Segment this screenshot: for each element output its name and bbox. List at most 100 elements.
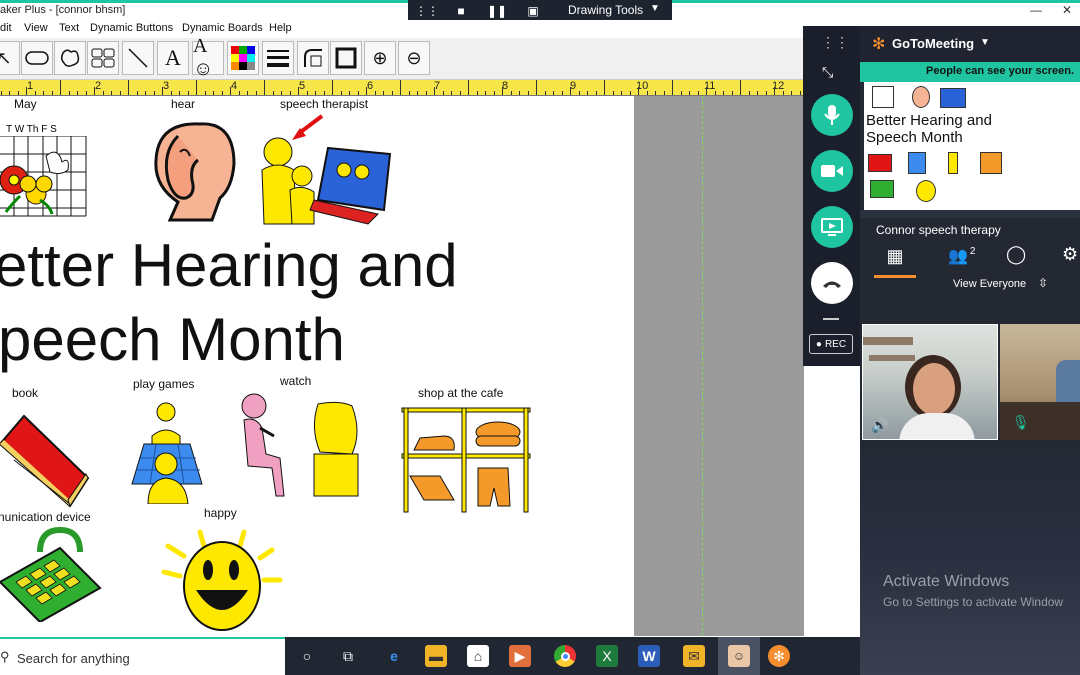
rounded-rect-tool-icon[interactable] [21,41,53,75]
screen-sharing-banner: People can see your screen. [860,62,1080,82]
happy-face-image[interactable] [160,526,284,634]
gotomeeting-brand[interactable]: GoToMeeting [892,36,974,51]
ruler-tick [188,91,189,95]
ruler-tick [409,91,410,95]
screen-share-icon[interactable]: ▣ [522,3,544,19]
close-icon[interactable]: ✕ [1062,3,1072,17]
record-dot-icon: ● [815,338,822,350]
view-selector[interactable]: View Everyone [953,278,1026,290]
leave-meeting-button[interactable] [811,262,853,304]
attendee-count: 2 [969,246,976,257]
media-player-icon[interactable]: ▶ [509,645,531,667]
minimize-icon[interactable]: — [1030,3,1042,17]
watch-image[interactable] [232,392,366,500]
share-screen-button[interactable] [811,206,853,248]
boardmaker-icon: ☺ [728,645,750,667]
corner-style-icon[interactable] [297,41,329,75]
ruler-tick [179,91,180,95]
ruler-tick [553,91,554,95]
speaker-icon: 🔊 [871,417,889,433]
video-tile-participant[interactable]: 🎙 [1000,324,1080,440]
tab-chat[interactable]: ◯ [1006,244,1026,265]
ruler-tick [307,91,308,95]
pause-icon[interactable]: ❚❚ [486,3,508,19]
ruler-tick [434,87,435,95]
ruler-tick [477,91,478,95]
board-canvas[interactable]: May hear speech therapist T W Th F S ett… [0,96,634,636]
outlook-icon[interactable]: ✉ [683,645,705,667]
menu-view[interactable]: View [24,22,48,34]
tab-settings[interactable]: ⚙ [1062,244,1078,265]
ruler-tick [128,80,129,95]
chevron-down-icon[interactable]: ▼ [650,3,660,14]
ruler: 1 2 3 4 5 6 7 8 9 10 11 12 [0,80,804,96]
grid-handle-icon[interactable]: ⋮⋮ [821,34,849,51]
border-style-icon[interactable] [330,41,362,75]
gotomeeting-taskbar-icon[interactable]: ✻ [768,645,790,667]
ruler-tick [111,91,112,95]
search-icon: ⚲ [0,649,10,664]
cortana-icon[interactable]: ○ [296,645,318,667]
shop-cafe-image[interactable] [400,406,532,514]
ruler-tick [18,91,19,95]
ruler-tick [222,91,223,95]
line-tool-icon[interactable] [122,41,154,75]
drawing-tools-bar: ⋮⋮ ■ ❚❚ ▣ Drawing Tools ▼ [408,0,672,22]
color-palette-icon[interactable] [227,41,259,75]
taskbar-search-box[interactable]: ⚲ Search for anything [0,637,285,675]
line-thickness-icon[interactable] [262,41,294,75]
ruler-tick [239,91,240,95]
excel-icon[interactable]: X [596,645,618,667]
speech-therapist-image[interactable] [258,114,398,228]
menu-dynamic-buttons[interactable]: Dynamic Buttons [90,22,173,34]
book-image[interactable] [0,414,92,508]
menu-dynamic-boards[interactable]: Dynamic Boards [182,22,263,34]
updown-chevron-icon[interactable]: ⇳ [1038,276,1048,290]
ruler-tick [468,80,469,95]
pointer-tool-icon[interactable]: ↖ [0,41,20,75]
zoom-out-icon[interactable]: ⊖ [398,41,430,75]
tab-grid[interactable]: ▦ [874,246,916,278]
ear-image[interactable] [150,116,240,226]
store-icon[interactable]: ⌂ [467,645,489,667]
file-explorer-icon[interactable]: ▬ [425,645,447,667]
communication-device-image[interactable] [0,526,104,622]
play-games-image[interactable] [130,400,204,504]
boardmaker-taskbar-button[interactable]: ☺ [718,637,760,675]
freeform-shape-tool-icon[interactable] [54,41,86,75]
ruler-tick [528,91,529,95]
collapse-icon[interactable]: ⤡ [822,64,833,81]
microphone-button[interactable] [811,94,853,136]
tab-attendees[interactable]: 👥 2 [948,246,975,266]
ruler-tick [443,91,444,95]
symbol-text-tool-icon[interactable]: A☺ [192,35,224,80]
stop-icon[interactable]: ■ [450,3,472,19]
zoom-in-icon[interactable]: ⊕ [364,41,396,75]
grid-tool-icon[interactable] [87,41,119,75]
grid-handle-icon[interactable]: ⋮⋮ [415,3,439,19]
task-view-icon[interactable]: ⧉ [337,645,359,667]
record-button[interactable]: ● REC [809,334,853,354]
ruler-tick [298,87,299,95]
screen-share-preview[interactable]: Better Hearing and Speech Month [864,82,1022,210]
video-tile-presenter[interactable]: 🔊 [862,324,998,440]
ruler-tick [460,91,461,95]
menu-text[interactable]: Text [59,22,79,34]
camera-button[interactable] [811,150,853,192]
text-tool-icon[interactable]: A [157,41,189,75]
menu-edit[interactable]: dit [0,22,12,34]
activate-windows-subtitle: Go to Settings to activate Window [883,595,1064,609]
symbol-label-watch: watch [280,374,312,388]
ruler-tick [613,91,614,95]
chevron-down-icon[interactable]: ▼ [980,37,990,48]
edge-browser-icon[interactable]: e [383,645,405,667]
ruler-tick [358,91,359,95]
word-icon[interactable]: W [638,645,660,667]
people-icon: 👥 [948,248,968,265]
ruler-tick [579,91,580,95]
menu-help[interactable]: Help [269,22,292,34]
canvas-gray-margin [634,96,804,636]
chrome-icon[interactable] [554,645,576,667]
taskbar-search-placeholder[interactable]: Search for anything [17,651,130,666]
drawing-tools-label[interactable]: Drawing Tools [568,3,643,17]
